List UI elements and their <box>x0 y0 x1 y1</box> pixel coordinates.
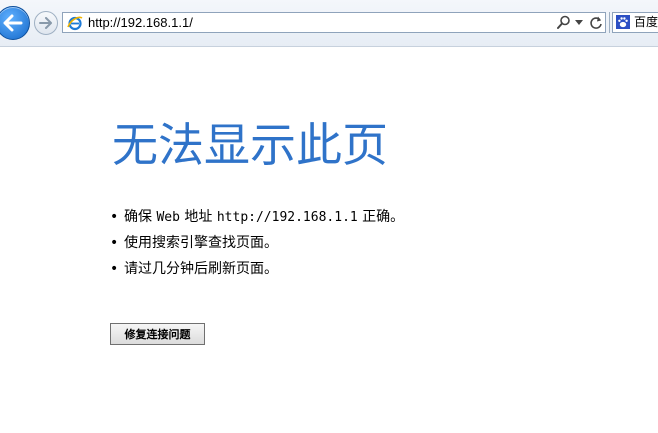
address-bar[interactable]: http://192.168.1.1/ <box>62 12 606 33</box>
search-icon[interactable] <box>557 15 571 30</box>
suggestion-text-mid: 地址 <box>179 209 217 225</box>
suggestion-text-suffix: 正确。 <box>357 209 405 225</box>
baidu-paw-icon <box>616 15 630 29</box>
suggestion-text: 使用搜索引擎查找页面。 <box>124 235 278 251</box>
tab-baidu[interactable]: 百度 <box>612 12 658 33</box>
list-item: • 请过几分钟后刷新页面。 <box>110 260 404 286</box>
forward-arrow-icon <box>39 17 52 29</box>
suggestion-list: • 确保 Web 地址 http://192.168.1.1 正确。 • 使用搜索引… <box>110 208 404 286</box>
suggestion-web-text: Web <box>156 210 180 225</box>
back-arrow-icon <box>3 14 23 32</box>
suggestion-text: 请过几分钟后刷新页面。 <box>124 261 278 277</box>
chevron-down-icon[interactable] <box>575 20 583 25</box>
suggestion-text-prefix: 确保 <box>124 209 157 225</box>
suggestion-url-text: http://192.168.1.1 <box>216 210 358 225</box>
list-item: • 确保 Web 地址 http://192.168.1.1 正确。 <box>110 208 404 234</box>
error-page: 无法显示此页 • 确保 Web 地址 http://192.168.1.1 正确。… <box>0 47 658 433</box>
bullet-dot: • <box>110 235 119 251</box>
url-text[interactable]: http://192.168.1.1/ <box>88 15 193 30</box>
refresh-icon[interactable] <box>589 15 603 30</box>
page-title: 无法显示此页 <box>112 118 388 172</box>
bullet-dot: • <box>110 261 119 277</box>
bullet-dot: • <box>110 209 119 225</box>
browser-toolbar: http://192.168.1.1/ 百度 <box>0 0 658 47</box>
list-item: • 使用搜索引擎查找页面。 <box>110 234 404 260</box>
back-button[interactable] <box>0 6 30 40</box>
fix-connection-button[interactable]: 修复连接问题 <box>110 323 205 345</box>
forward-button[interactable] <box>34 11 58 35</box>
tab-label: 百度 <box>634 15 658 29</box>
toolbar-divider <box>609 12 610 33</box>
internet-explorer-icon <box>67 16 83 31</box>
